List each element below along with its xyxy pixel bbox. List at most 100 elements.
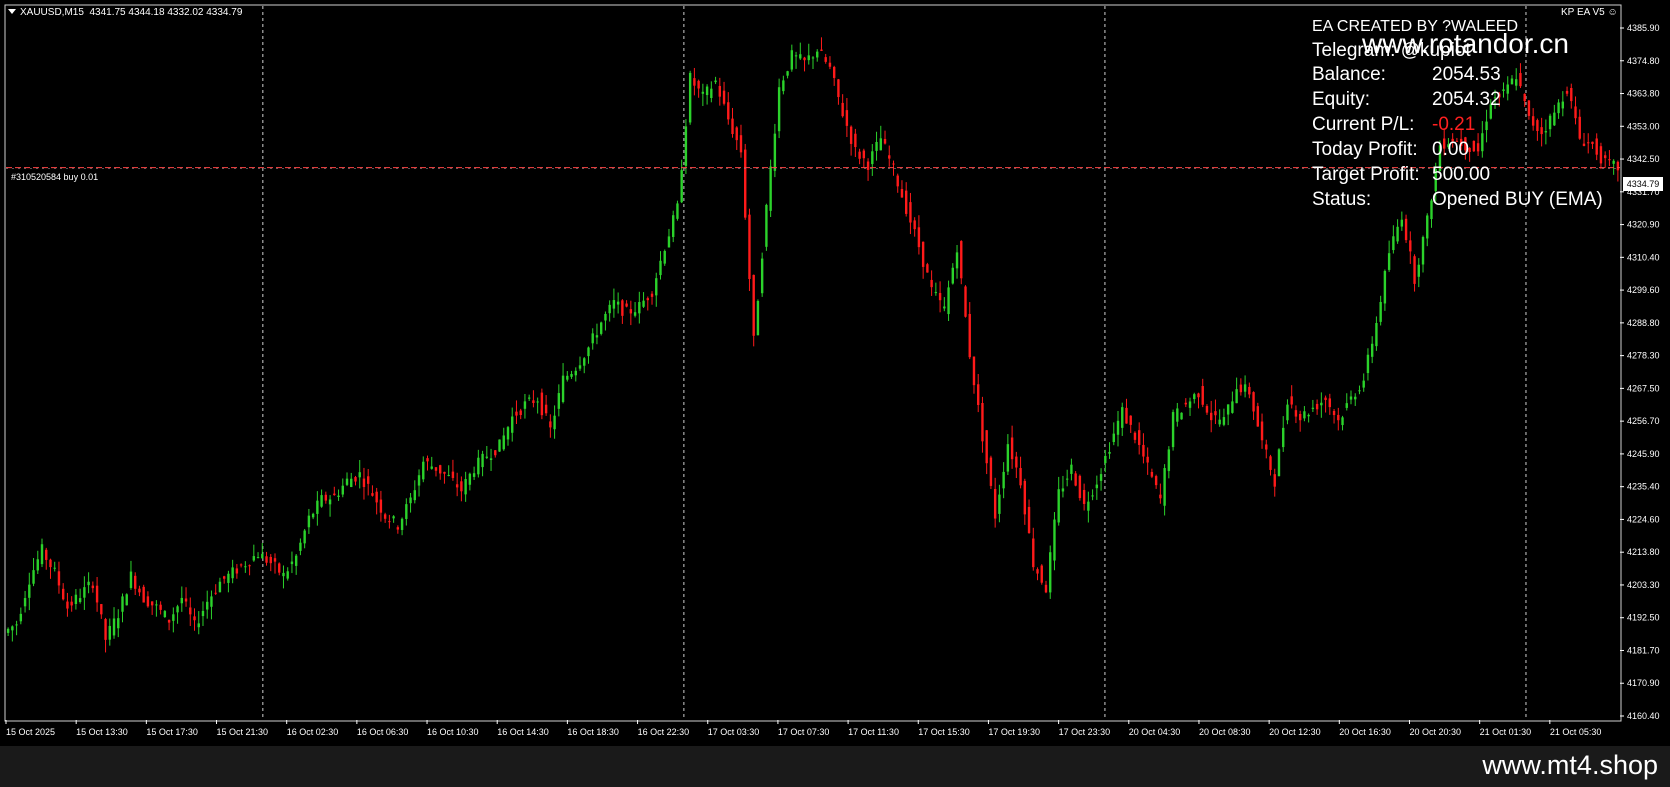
candle-body bbox=[1392, 236, 1395, 251]
candle-body bbox=[1049, 552, 1052, 593]
candle-body bbox=[900, 189, 904, 198]
candle-body bbox=[375, 491, 378, 503]
candle-body bbox=[875, 141, 878, 151]
candle-body bbox=[261, 553, 264, 559]
candle-body bbox=[294, 555, 298, 566]
candle-body bbox=[189, 607, 192, 615]
candle-body bbox=[1553, 112, 1556, 126]
collapse-triangle-icon[interactable] bbox=[8, 9, 16, 14]
candle-body bbox=[32, 570, 35, 584]
candle-body bbox=[1226, 404, 1230, 415]
candle-body bbox=[536, 401, 539, 403]
candle-body bbox=[1582, 143, 1586, 146]
candle-body bbox=[396, 527, 400, 530]
candle-body bbox=[633, 312, 637, 316]
candle-body bbox=[578, 365, 582, 369]
chart-window[interactable]: 4385.90 4374.80 4363.80 4353.00 4342.50 4331.… bbox=[0, 0, 1670, 787]
candle-body bbox=[1040, 565, 1043, 583]
candle-body bbox=[1298, 413, 1302, 421]
price-tick-label: 4288.80 bbox=[1627, 318, 1660, 328]
candle-body bbox=[129, 571, 133, 588]
candle-body bbox=[667, 236, 671, 248]
candle-body bbox=[866, 161, 870, 170]
symbol-label: XAUUSD,M15 bbox=[20, 7, 84, 18]
price-tick-label: 4363.80 bbox=[1627, 89, 1660, 99]
candle-body bbox=[354, 477, 357, 482]
current-price-tag: 4334.79 bbox=[1623, 177, 1663, 191]
candle-body bbox=[638, 302, 641, 314]
candle-body bbox=[100, 604, 103, 615]
ea-row-value: 2054.53 bbox=[1432, 64, 1501, 85]
candle-body bbox=[468, 473, 472, 485]
candle-body bbox=[11, 626, 14, 631]
candle-body bbox=[938, 292, 942, 301]
candle-body bbox=[1354, 396, 1357, 400]
candle-body bbox=[28, 584, 31, 598]
candle-body bbox=[235, 568, 239, 574]
candle-body bbox=[307, 515, 311, 528]
candle-body bbox=[146, 596, 150, 607]
candle-body bbox=[112, 618, 116, 636]
candle-body bbox=[1502, 89, 1505, 92]
candle-body bbox=[155, 604, 158, 606]
candle-body bbox=[1078, 475, 1082, 499]
ea-row-value: Opened BUY (EMA) bbox=[1432, 189, 1603, 210]
price-chart[interactable]: 4385.904374.804363.804353.004342.504331.… bbox=[0, 0, 1670, 746]
time-tick-label: 20 Oct 20:30 bbox=[1409, 727, 1461, 737]
ea-row-label: Current P/L: bbox=[1312, 114, 1415, 135]
ea-row-label: Equity: bbox=[1312, 89, 1371, 110]
candle-body bbox=[210, 596, 213, 607]
candle-body bbox=[523, 401, 527, 409]
candle-body bbox=[269, 556, 272, 564]
candle-body bbox=[231, 567, 234, 579]
time-tick-label: 17 Oct 11:30 bbox=[848, 727, 899, 737]
candle-body bbox=[705, 86, 709, 96]
candle-body bbox=[1104, 455, 1107, 464]
candle-body bbox=[1095, 484, 1099, 489]
candle-body bbox=[193, 616, 196, 621]
candle-body bbox=[943, 306, 946, 309]
candle-body bbox=[218, 581, 222, 593]
time-tick-label: 16 Oct 02:30 bbox=[287, 727, 339, 737]
candle-body bbox=[434, 467, 438, 471]
candle-body bbox=[1565, 90, 1569, 94]
candle-body bbox=[629, 309, 633, 314]
candle-body bbox=[930, 279, 933, 288]
candle-body bbox=[557, 393, 561, 409]
candle-body bbox=[366, 476, 370, 484]
time-tick-label: 15 Oct 17:30 bbox=[146, 727, 198, 737]
candle-body bbox=[1362, 380, 1365, 388]
candle-body bbox=[879, 138, 882, 151]
candle-body bbox=[1506, 84, 1509, 94]
ea-row-label: Today Profit: bbox=[1312, 139, 1418, 160]
candle-body bbox=[807, 55, 810, 61]
candle-body bbox=[841, 102, 844, 117]
candle-body bbox=[722, 90, 726, 104]
candle-body bbox=[1379, 301, 1382, 322]
candle-body bbox=[858, 151, 861, 159]
candle-body bbox=[1171, 412, 1175, 448]
candle-body bbox=[362, 478, 366, 487]
candle-body bbox=[1193, 394, 1196, 400]
candle-body bbox=[1142, 444, 1145, 457]
candle-body bbox=[1201, 386, 1204, 405]
candle-body bbox=[1184, 402, 1187, 405]
candle-body bbox=[1544, 131, 1548, 133]
candle-body bbox=[239, 564, 243, 566]
candle-body bbox=[400, 518, 404, 530]
candle-body bbox=[303, 530, 306, 544]
price-tick-label: 4385.90 bbox=[1627, 23, 1660, 33]
candle-body bbox=[714, 80, 717, 83]
candle-body bbox=[1472, 140, 1476, 152]
candle-body bbox=[383, 514, 387, 519]
ea-row-value: 500.00 bbox=[1432, 164, 1491, 185]
price-tick-label: 4267.50 bbox=[1627, 383, 1660, 393]
candle-body bbox=[286, 571, 289, 579]
candle-body bbox=[998, 494, 1001, 514]
candle-body bbox=[320, 495, 323, 507]
candle-body bbox=[680, 170, 683, 203]
candle-body bbox=[917, 227, 921, 248]
candle-body bbox=[1218, 419, 1221, 425]
order-line-label: #310520584 buy 0.01 bbox=[11, 172, 99, 182]
candle-body bbox=[273, 558, 277, 562]
